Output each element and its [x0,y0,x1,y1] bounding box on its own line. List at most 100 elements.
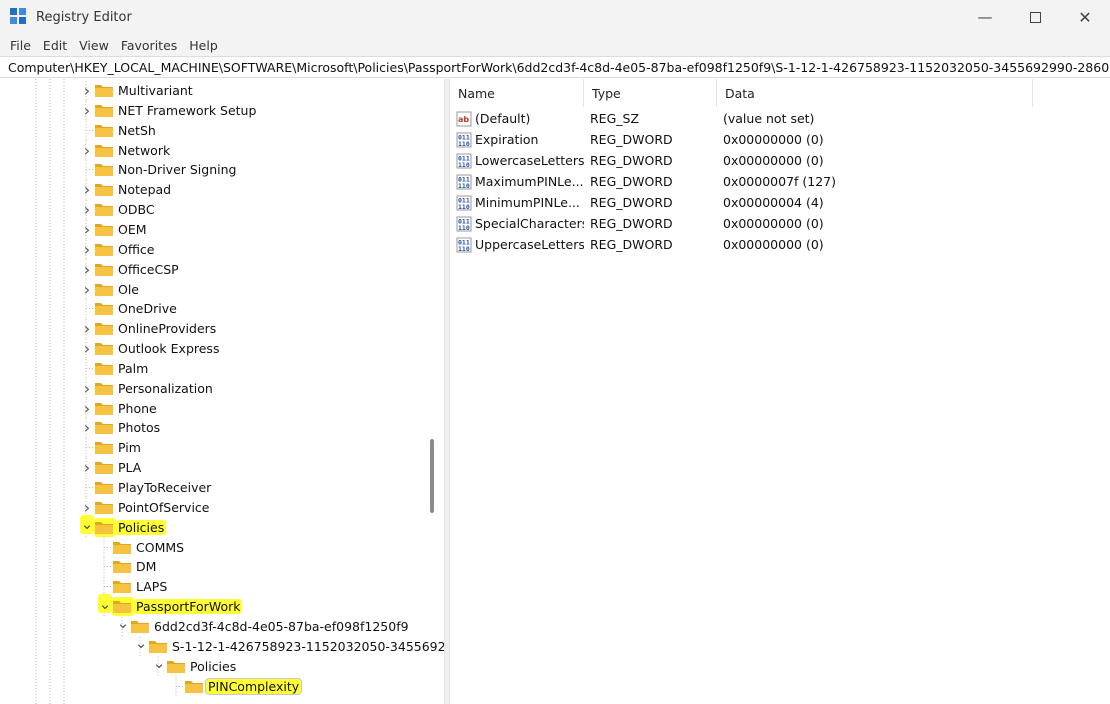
tree-node[interactable]: › ODBC [80,200,157,219]
chevron-right-icon[interactable]: › [80,220,94,239]
menu-help[interactable]: Help [183,38,224,53]
chevron-down-icon[interactable]: ⌄ [134,634,148,653]
tree-node[interactable]: Pim [80,438,143,457]
tree-node[interactable]: › Personalization [80,379,215,398]
tree-node[interactable]: PINComplexity [170,677,303,696]
chevron-right-icon[interactable]: › [80,418,94,437]
menu-edit[interactable]: Edit [37,38,73,53]
chevron-right-icon[interactable]: › [80,81,94,100]
key-tree[interactable]: › Multivariant › NET Framework Setup NetSh › N… [0,79,444,704]
tree-node-label: PlayToReceiver [118,480,212,495]
tree-node-label: Policies [116,519,167,535]
value-row[interactable]: ab (Default) REG_SZ (value not set) [450,108,1110,129]
chevron-right-icon[interactable]: › [80,379,94,398]
tree-node[interactable]: › OnlineProviders [80,319,218,338]
value-type: REG_SZ [590,111,640,126]
chevron-right-icon[interactable]: › [80,180,94,199]
folder-icon [94,121,116,140]
tree-node[interactable]: › Ole [80,280,141,299]
menu-favorites[interactable]: Favorites [115,38,183,53]
values-list[interactable]: Name Type Data ab (Default) REG_SZ (value n… [450,79,1110,704]
chevron-right-icon[interactable]: › [80,101,94,120]
chevron-right-icon[interactable]: › [80,319,94,338]
chevron-right-icon[interactable]: › [80,200,94,219]
tree-node[interactable]: › Phone [80,399,159,418]
tree-node[interactable]: › Notepad [80,180,173,199]
tree-node-label: 6dd2cd3f-4c8d-4e05-87ba-ef098f1250f9 [154,618,409,634]
chevron-right-icon[interactable]: › [80,399,94,418]
folder-icon [94,517,116,537]
chevron-right-icon[interactable]: › [80,240,94,259]
binary-value-icon: 011 110 [456,216,472,232]
tree-node[interactable]: OneDrive [80,299,179,318]
tree-scrollbar-thumb[interactable] [430,439,434,513]
value-row[interactable]: 011 110 UppercaseLetters REG_DWORD 0x0000000… [450,234,1110,255]
address-bar[interactable]: Computer\HKEY_LOCAL_MACHINE\SOFTWARE\Mic… [0,56,1110,78]
chevron-down-icon[interactable]: ⌄ [80,514,94,534]
column-header-name[interactable]: Name [450,79,584,107]
tree-node-label: PLA [118,460,142,476]
tree-node[interactable]: ⌄ Policies [152,654,238,676]
folder-icon [94,478,116,497]
column-header-data[interactable]: Data [717,79,1033,107]
value-name-cell: 011 110 MinimumPINLe... [456,192,584,213]
tree-node[interactable]: ⌄ 6dd2cd3f-4c8d-4e05-87ba-ef098f1250f9 [116,614,411,636]
tree-node[interactable]: PlayToReceiver [80,478,213,497]
value-data: 0x00000000 (0) [723,237,824,252]
value-row[interactable]: 011 110 MaximumPINLe... REG_DWORD 0x0000007f… [450,171,1110,192]
minimize-button[interactable]: — [960,0,1010,34]
tree-node[interactable]: › OfficeCSP [80,260,181,279]
column-header-type[interactable]: Type [584,79,717,107]
menu-view[interactable]: View [73,38,115,53]
tree-node[interactable]: NetSh [80,121,158,140]
value-row[interactable]: 011 110 SpecialCharacters REG_DWORD 0x000000… [450,213,1110,234]
chevron-down-icon[interactable]: ⌄ [116,614,130,633]
chevron-right-icon[interactable]: › [80,280,94,299]
svg-text:110: 110 [458,161,470,169]
menu-file[interactable]: File [4,38,37,53]
window-title: Registry Editor [36,9,132,25]
tree-node-label: OneDrive [118,301,177,317]
tree-node-label: ODBC [118,202,155,218]
tree-node[interactable]: › Outlook Express [80,339,221,358]
tree-node-label: COMMS [136,539,185,555]
chevron-down-icon[interactable]: ⌄ [98,594,112,614]
tree-node[interactable]: DM [98,557,158,576]
tree-connector [80,121,94,140]
tree-connector [80,359,94,378]
tree-node[interactable]: Non-Driver Signing [80,160,238,179]
value-name: MinimumPINLe... [475,195,580,210]
value-row[interactable]: 011 110 Expiration REG_DWORD 0x00000000 (0) [450,129,1110,150]
tree-node[interactable]: COMMS [98,538,186,557]
value-data: 0x0000007f (127) [723,174,837,189]
tree-node[interactable]: › OEM [80,220,149,239]
close-icon: ✕ [1078,7,1092,27]
chevron-right-icon[interactable]: › [80,339,94,358]
chevron-right-icon[interactable]: › [80,260,94,279]
value-name: MaximumPINLe... [475,174,584,189]
tree-node[interactable]: › PointOfService [80,498,211,517]
maximize-button[interactable] [1010,0,1060,34]
binary-value-icon: 011 110 [456,174,472,190]
close-button[interactable]: ✕ [1060,0,1110,34]
tree-node[interactable]: › Photos [80,418,162,437]
tree-node[interactable]: › NET Framework Setup [80,101,258,120]
tree-connector [80,299,94,318]
tree-node[interactable]: › Network [80,141,172,160]
chevron-right-icon[interactable]: › [80,498,94,517]
chevron-right-icon[interactable]: › [80,141,94,160]
tree-node[interactable]: Palm [80,359,150,378]
tree-node[interactable]: ⌄ S-1-12-1-426758923-1152032050-345569299 [134,634,444,656]
chevron-down-icon[interactable]: ⌄ [152,654,166,673]
value-row[interactable]: 011 110 LowercaseLetters REG_DWORD 0x0000000… [450,150,1110,171]
svg-text:ab: ab [458,115,469,124]
tree-node[interactable]: ⌄ Policies [80,514,167,537]
tree-node-label: Office [118,241,155,257]
value-row[interactable]: 011 110 MinimumPINLe... REG_DWORD 0x00000004… [450,192,1110,213]
chevron-right-icon[interactable]: › [80,458,94,477]
tree-node[interactable]: › Multivariant [80,81,195,100]
tree-node[interactable]: › PLA [80,458,143,477]
tree-node[interactable]: › Office [80,240,157,259]
window-controls: — ✕ [960,0,1110,34]
tree-node-label: PointOfService [118,499,210,515]
